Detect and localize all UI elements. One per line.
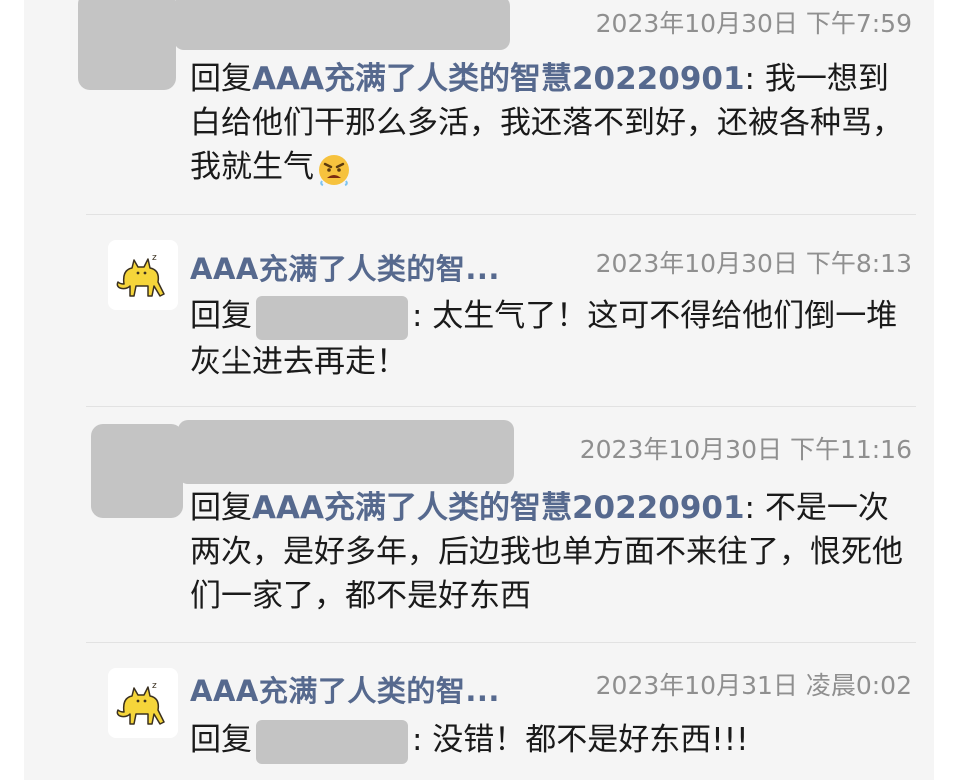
cat-avatar-icon[interactable]: z (108, 240, 178, 310)
reply-prefix: 回复 (190, 61, 252, 97)
author-name[interactable]: AAA充满了人类的智... (190, 246, 500, 288)
svg-text:z: z (152, 681, 157, 691)
comment-item: z AAA充满了人类的智... 2023年10月31日 凌晨0:02 回复 : 没… (24, 642, 934, 780)
comment-timestamp: 2023年10月30日 下午8:13 (595, 249, 912, 278)
user-avatar[interactable] (78, 0, 176, 90)
author-name[interactable]: AAA充满了人类的智... (190, 668, 500, 710)
comment-timestamp: 2023年10月30日 下午11:16 (579, 435, 912, 464)
comment-item: z AAA充满了人类的智... 2023年10月30日 下午8:13 回复: 太… (24, 214, 934, 406)
author-name-redacted[interactable] (174, 0, 510, 50)
author-name-redacted[interactable] (178, 420, 514, 484)
comment-body[interactable]: 回复: 太生气了！这可不得给他们倒一堆灰尘进去再走！ (190, 294, 910, 384)
comments-panel: 2023年10月30日 下午7:59 回复AAA充满了人类的智慧20220901… (24, 0, 934, 780)
comment-item: 2023年10月30日 下午11:16 回复AAA充满了人类的智慧2022090… (24, 406, 934, 642)
comment-timestamp: 2023年10月31日 凌晨0:02 (595, 671, 912, 700)
reply-target-name[interactable]: AAA充满了人类的智慧20220901 (252, 490, 745, 526)
reply-prefix: 回复 (190, 490, 252, 526)
reply-target-redacted[interactable] (256, 295, 408, 340)
comment-body[interactable]: 回复 : 没错！都不是好东西!!! (190, 718, 910, 764)
reply-prefix: 回复 (190, 722, 252, 758)
comment-body[interactable]: 回复AAA充满了人类的智慧20220901: 不是一次两次，是好多年，后边我也单… (190, 486, 910, 618)
user-avatar[interactable] (91, 424, 183, 518)
svg-text:z: z (152, 253, 157, 263)
cat-avatar-icon[interactable]: z (108, 668, 178, 738)
comment-timestamp: 2023年10月30日 下午7:59 (595, 9, 912, 38)
comment-text: : 没错！都不是好东西!!! (412, 722, 749, 758)
reply-target-redacted[interactable] (256, 719, 408, 764)
comment-body[interactable]: 回复AAA充满了人类的智慧20220901: 我一想到白给他们干那么多活，我还落… (190, 57, 910, 189)
reply-target-name[interactable]: AAA充满了人类的智慧20220901 (252, 61, 745, 97)
comment-item: 2023年10月30日 下午7:59 回复AAA充满了人类的智慧20220901… (24, 0, 934, 214)
angry-face-icon (316, 151, 352, 187)
reply-prefix: 回复 (190, 298, 252, 334)
